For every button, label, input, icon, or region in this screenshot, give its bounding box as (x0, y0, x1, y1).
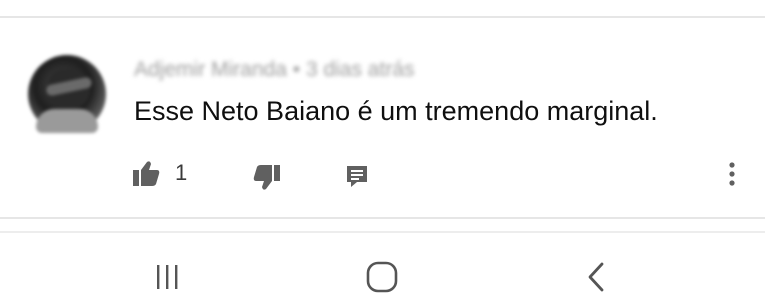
reply-button[interactable] (342, 161, 372, 191)
like-count: 1 (175, 160, 188, 185)
like-button[interactable] (130, 159, 162, 189)
comment-meta: Adjemir Miranda • 3 dias atrás (134, 58, 415, 82)
more-options-button[interactable] (720, 156, 744, 192)
back-button[interactable] (577, 257, 617, 297)
back-icon (588, 262, 604, 292)
home-button[interactable] (362, 257, 402, 297)
dislike-button[interactable] (250, 162, 284, 192)
comment-reply-icon (347, 166, 367, 187)
system-nav-bar (0, 233, 765, 299)
recent-apps-icon (157, 265, 178, 289)
comment-time: 3 dias atrás (305, 58, 415, 81)
comment-actions: 1 (0, 156, 765, 192)
comment-card: Adjemir Miranda • 3 dias atrás Esse Neto… (0, 18, 765, 217)
comment-text: Esse Neto Baiano é um tremendo marginal. (134, 96, 658, 126)
home-icon (366, 261, 398, 293)
comment-divider (0, 217, 765, 219)
avatar[interactable] (28, 55, 106, 133)
avatar-shoulder (36, 109, 98, 133)
comment-author[interactable]: Adjemir Miranda (134, 58, 287, 81)
thumbs-up-icon (133, 161, 160, 186)
meta-separator: • (292, 58, 301, 81)
recent-apps-button[interactable] (147, 257, 187, 297)
thumbs-down-icon (253, 165, 280, 190)
more-vertical-icon (729, 162, 735, 186)
